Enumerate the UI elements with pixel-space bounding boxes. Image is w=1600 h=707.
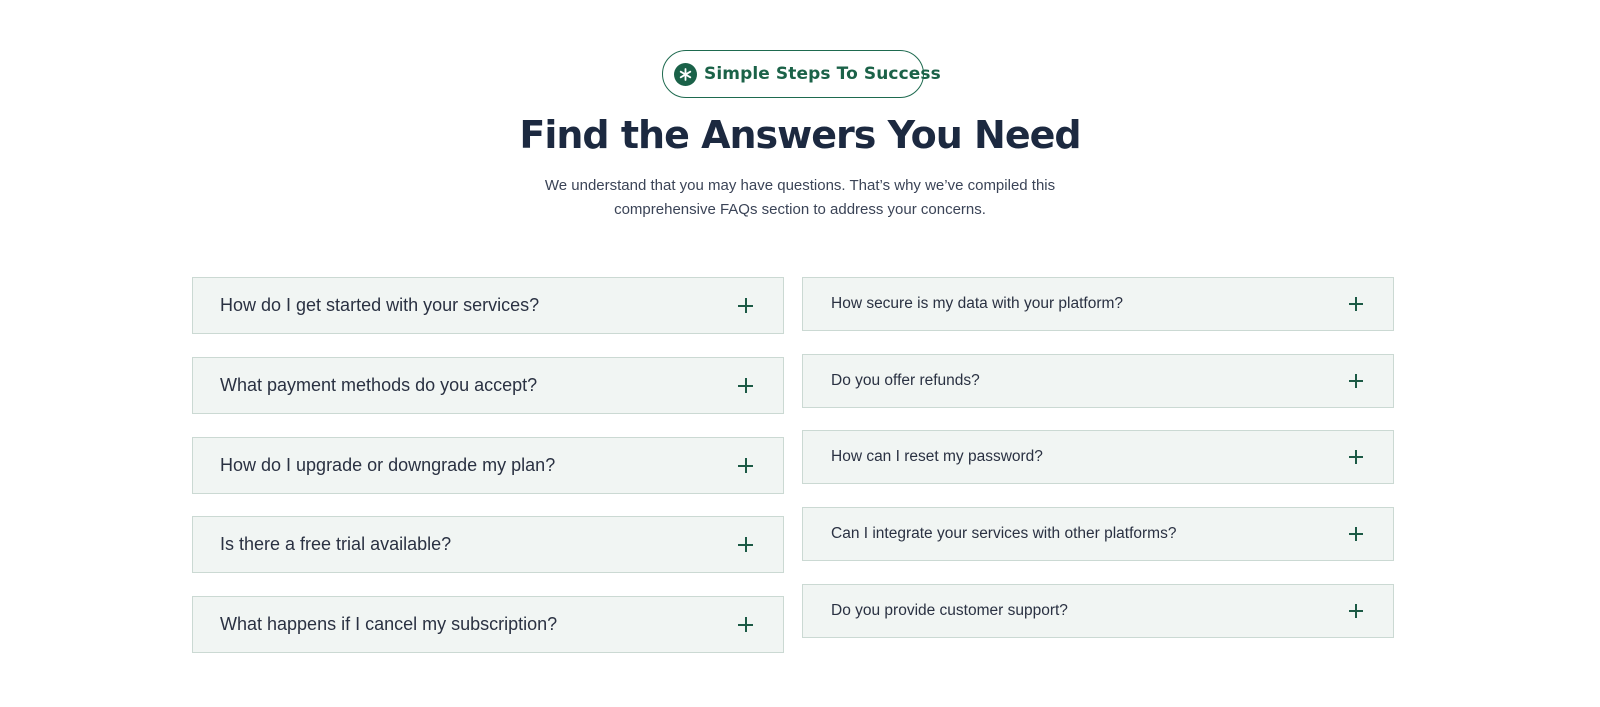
faq-question: What happens if I cancel my subscription… (220, 614, 558, 634)
faq-item[interactable]: What happens if I cancel my subscription… (192, 596, 784, 653)
faq-item[interactable]: How secure is my data with your platform… (802, 277, 1394, 331)
plus-icon[interactable] (1349, 604, 1363, 618)
faq-question: How do I get started with your services? (220, 295, 540, 315)
faq-item[interactable]: How do I get started with your services? (192, 277, 784, 334)
plus-icon[interactable] (738, 617, 753, 632)
section-badge: Simple Steps To Success (662, 50, 941, 98)
plus-icon[interactable] (1349, 297, 1363, 311)
plus-icon[interactable] (738, 458, 753, 473)
faq-question: Is there a free trial available? (220, 534, 452, 554)
faq-question: Do you provide customer support? (831, 602, 1068, 619)
faq-question: Do you offer refunds? (831, 372, 980, 389)
plus-icon[interactable] (1349, 374, 1363, 388)
plus-icon[interactable] (1349, 450, 1363, 464)
faq-item[interactable]: What payment methods do you accept? (192, 357, 784, 414)
faq-question: How can I reset my password? (831, 448, 1043, 465)
faq-item[interactable]: Is there a free trial available? (192, 516, 784, 573)
plus-icon[interactable] (1349, 527, 1363, 541)
plus-icon[interactable] (738, 537, 753, 552)
page-title: Find the Answers You Need (519, 113, 1081, 157)
badge-label: Simple Steps To Success (704, 64, 941, 84)
faq-item[interactable]: How can I reset my password? (802, 430, 1394, 484)
plus-icon[interactable] (738, 298, 753, 313)
faq-section: Simple Steps To Success Find the Answers… (0, 0, 1600, 707)
page-subtitle: We understand that you may have question… (544, 177, 1056, 218)
faq-item[interactable]: Can I integrate your services with other… (802, 507, 1394, 561)
faq-question: How do I upgrade or downgrade my plan? (220, 455, 556, 475)
faq-question: How secure is my data with your platform… (831, 295, 1124, 312)
plus-icon[interactable] (738, 378, 753, 393)
faq-item[interactable]: Do you provide customer support? (802, 584, 1394, 638)
faq-question: What payment methods do you accept? (220, 375, 538, 395)
faq-question: Can I integrate your services with other… (831, 525, 1177, 542)
asterisk-icon (674, 62, 697, 86)
faq-item[interactable]: Do you offer refunds? (802, 354, 1394, 408)
faq-item[interactable]: How do I upgrade or downgrade my plan? (192, 437, 784, 494)
